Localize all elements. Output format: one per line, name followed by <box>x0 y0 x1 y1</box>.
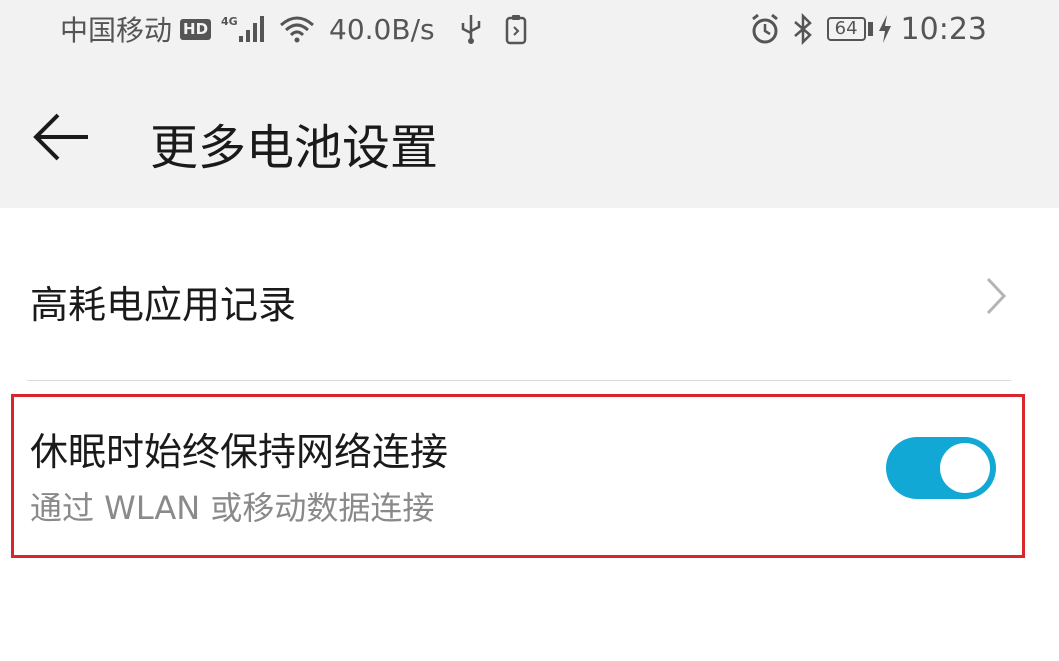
hd-badge: HD <box>180 18 212 40</box>
toggle-knob <box>940 443 990 493</box>
setting-subtitle: 通过 WLAN 或移动数据连接 <box>30 489 435 527</box>
charging-icon <box>877 15 893 43</box>
setting-label: 高耗电应用记录 <box>30 283 297 327</box>
list-divider <box>27 380 1011 381</box>
status-bar-left: 中国移动 HD 4G 40.0B/s <box>60 10 527 48</box>
setting-high-power-apps[interactable]: 高耗电应用记录 <box>0 208 1059 380</box>
setting-keep-network-during-sleep: 休眠时始终保持网络连接 通过 WLAN 或移动数据连接 <box>11 394 1025 558</box>
status-bar-right: 64 10:23 <box>739 10 987 48</box>
signal-icon: 4G <box>221 14 269 44</box>
clock-time: 10:23 <box>900 11 987 47</box>
app-bar: 更多电池设置 <box>0 80 1059 190</box>
carrier-name: 中国移动 <box>60 14 173 47</box>
setting-title: 休眠时始终保持网络连接 <box>30 430 449 474</box>
clipboard-icon <box>505 13 527 45</box>
network-speed: 40.0B/s <box>329 12 435 46</box>
arrow-left-icon <box>33 113 88 161</box>
usb-icon <box>459 13 483 45</box>
page-title: 更多电池设置 <box>150 120 439 176</box>
back-button[interactable] <box>28 104 94 170</box>
chevron-right-icon <box>985 276 1007 320</box>
bluetooth-icon <box>791 13 815 45</box>
status-bar: 中国移动 HD 4G 40.0B/s 64 10:23 <box>0 0 1059 58</box>
wifi-icon <box>279 14 315 44</box>
battery-icon: 64 <box>826 17 866 41</box>
network-sleep-toggle[interactable] <box>886 437 996 499</box>
alarm-icon <box>749 13 781 45</box>
battery-tip-icon <box>867 22 873 36</box>
network-type-label: 4G <box>221 15 238 28</box>
